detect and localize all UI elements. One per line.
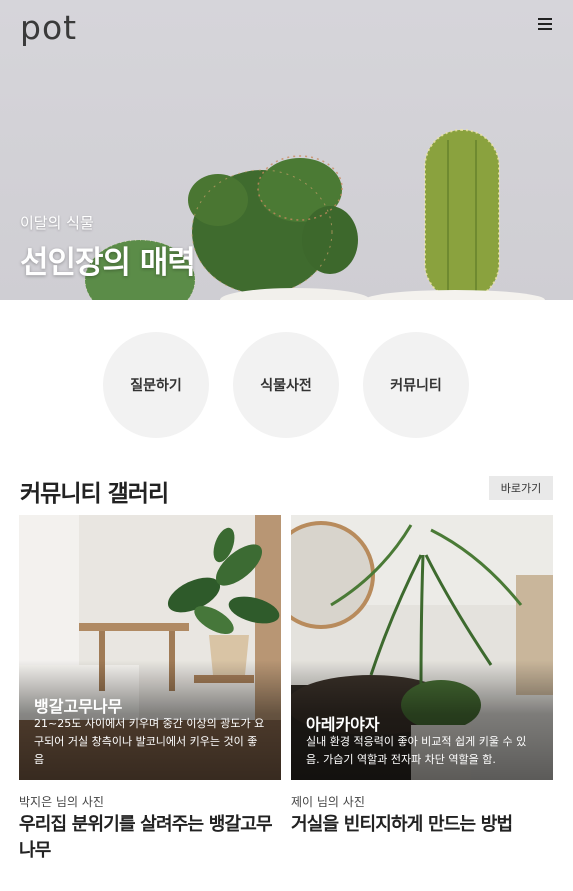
logo[interactable]: pot (20, 8, 77, 47)
card-title: 뱅갈고무나무 (34, 697, 123, 716)
hero-title: 선인장의 매력 (20, 245, 196, 281)
hero-banner[interactable]: pot 이달의 식물 선인장의 매력 (0, 0, 573, 300)
card-title: 아레카야자 (306, 715, 380, 734)
community-button[interactable]: 커뮤니티 (363, 332, 469, 438)
ask-question-button[interactable]: 질문하기 (103, 332, 209, 438)
post-author: 제이 님의 사진 (291, 795, 365, 809)
gallery-card-bengal[interactable]: 뱅갈고무나무 21~25도 사이에서 키우며 중간 이상의 광도가 요구되어 거… (19, 515, 281, 780)
page: pot 이달의 식물 선인장의 매력 질문하기 식물사전 커뮤니티 커뮤니티 갤… (0, 0, 573, 891)
gallery-card-areca[interactable]: 아레카야자 실내 환경 적응력이 좋아 비교적 쉽게 키울 수 있음. 가습기 … (291, 515, 553, 780)
post-title[interactable]: 우리집 분위기를 살려주는 뱅갈고무나무 (19, 812, 281, 864)
hamburger-menu-icon[interactable] (538, 18, 554, 32)
post-author: 박지은 님의 사진 (19, 795, 104, 809)
card-description: 실내 환경 적응력이 좋아 비교적 쉽게 키울 수 있음. 가습기 역할과 전자… (306, 735, 527, 766)
card-description: 21~25도 사이에서 키우며 중간 이상의 광도가 요구되어 거실 창측이나 … (34, 717, 265, 766)
hero-subtitle: 이달의 식물 (20, 214, 94, 232)
goto-button[interactable]: 바로가기 (489, 476, 553, 500)
gallery-title: 커뮤니티 갤러리 (20, 481, 169, 507)
plant-dictionary-button[interactable]: 식물사전 (233, 332, 339, 438)
post-title[interactable]: 거실을 빈티지하게 만드는 방법 (291, 812, 553, 838)
